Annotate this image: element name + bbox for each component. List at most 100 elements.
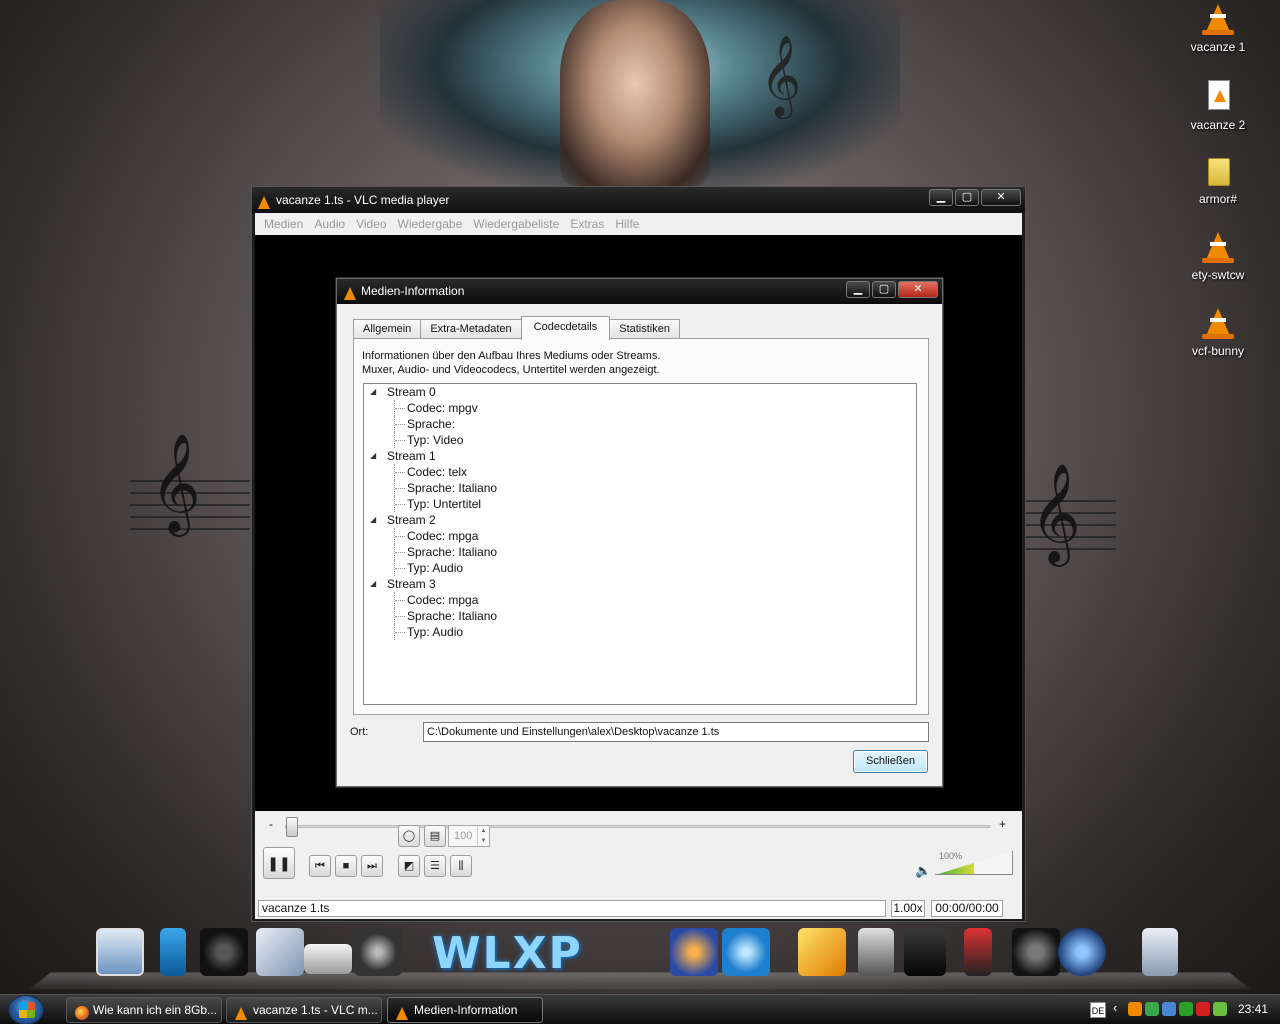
lightning-icon[interactable] [798, 928, 846, 976]
star-app-icon[interactable] [722, 928, 770, 976]
firefox-icon [75, 1004, 89, 1022]
maximize-button[interactable]: ▢ [955, 189, 979, 206]
tree-detail-node[interactable]: Codec: telx [364, 464, 916, 480]
menu-hilfe[interactable]: Hilfe [612, 217, 647, 231]
pause-button[interactable]: ❚❚ [263, 847, 295, 879]
codec-details-panel: Informationen über den Aufbau Ihres Medi… [353, 338, 929, 715]
tree-detail-node[interactable]: Typ: Audio [364, 560, 916, 576]
firefox-dock-icon[interactable] [670, 928, 718, 976]
playlist-button[interactable]: ☰ [424, 855, 446, 877]
java-tray-icon[interactable] [1179, 1002, 1193, 1016]
tree-detail-label: Codec: telx [407, 465, 468, 479]
media-disc-icon[interactable] [354, 928, 402, 976]
desktop-icon-ety-swtcw[interactable]: ety-swtcw [1178, 230, 1258, 282]
tree-expander-icon[interactable]: ◢ [370, 448, 376, 464]
show-hidden-icons-icon[interactable]: ‹ [1113, 1000, 1117, 1015]
vlc-tray-icon[interactable] [1128, 1002, 1142, 1016]
tree-detail-node[interactable]: Sprache: Italiano [364, 544, 916, 560]
menu-video[interactable]: Video [353, 217, 394, 231]
vlc-cone-icon [1202, 2, 1234, 36]
desktop-icon-vacanze-2[interactable]: vacanze 2 [1178, 80, 1258, 132]
tree-guide-line [394, 464, 406, 480]
seek-slider[interactable] [285, 825, 990, 828]
previous-button[interactable]: ⏮ [309, 855, 331, 877]
volume-percent-label: 100% [939, 851, 963, 861]
tree-stream-node[interactable]: ◢ Stream 1 [364, 448, 916, 464]
maximize-button[interactable]: ▢ [872, 281, 896, 298]
fullscreen-button[interactable]: ◩ [398, 855, 420, 877]
minimize-button[interactable]: ▁ [929, 189, 953, 206]
wallpaper-portrait [560, 0, 710, 186]
microphone-icon[interactable] [858, 928, 894, 976]
ipod-icon[interactable] [160, 928, 186, 976]
tree-detail-node[interactable]: Typ: Video [364, 432, 916, 448]
monitor-icon[interactable] [96, 928, 144, 976]
record-button[interactable]: ◯ [398, 825, 420, 847]
location-label: Ort: [350, 726, 369, 738]
spinbox-arrows-icon[interactable]: ▲ ▼ [477, 826, 489, 846]
frame-spinbox[interactable]: 100 ▲ ▼ [448, 825, 490, 847]
next-button[interactable]: ⏭ [361, 855, 383, 877]
start-button[interactable] [8, 995, 44, 1024]
status-playback-rate[interactable]: 1.00x [891, 900, 925, 917]
tree-detail-node[interactable]: Codec: mpga [364, 592, 916, 608]
speaker-icon[interactable]: 🔈 [915, 863, 931, 879]
tree-detail-node[interactable]: Sprache: [364, 416, 916, 432]
headset-icon[interactable] [1012, 928, 1060, 976]
network-tray-icon[interactable] [1145, 1002, 1159, 1016]
sync-tray-icon[interactable] [1213, 1002, 1227, 1016]
vlc-title-bar[interactable]: vacanze 1.ts - VLC media player ▁ ▢ ✕ [252, 187, 1025, 213]
menu-audio[interactable]: Audio [311, 217, 353, 231]
stream-tree[interactable]: ◢ Stream 0 Codec: mpgv Sprache: Typ: Video ◢ S… [363, 383, 917, 705]
menu-wiedergabe[interactable]: Wiedergabe [395, 217, 471, 231]
playstation-icon[interactable] [904, 928, 946, 976]
tree-expander-icon[interactable]: ◢ [370, 576, 376, 592]
dialog-title-bar[interactable]: Medien-Information ▁ ▢ ✕ [337, 279, 942, 304]
tree-expander-icon[interactable]: ◢ [370, 512, 376, 528]
minimize-button[interactable]: ▁ [846, 281, 870, 298]
close-dialog-button[interactable]: Schließen [853, 750, 928, 773]
tree-detail-node[interactable]: Sprache: Italiano [364, 480, 916, 496]
taskbar-button-media-info[interactable]: Medien-Information [387, 997, 543, 1023]
globe-icon[interactable] [1058, 928, 1106, 976]
status-time[interactable]: 00:00/00:00 [931, 900, 1003, 917]
notepad-icon[interactable] [256, 928, 304, 976]
taskbar-button-vlc[interactable]: vacanze 1.ts - VLC m... [226, 997, 382, 1023]
desktop-icon-vacanze-1[interactable]: vacanze 1 [1178, 2, 1258, 54]
clock[interactable]: 23:41 [1238, 1002, 1268, 1016]
desktop-icon-vcf-bunny[interactable]: vcf-bunny [1178, 306, 1258, 358]
tab-extra-metadaten[interactable]: Extra-Metadaten [420, 319, 522, 339]
close-button[interactable]: ✕ [981, 189, 1021, 206]
tree-stream-node[interactable]: ◢ Stream 0 [364, 384, 916, 400]
tree-stream-node[interactable]: ◢ Stream 3 [364, 576, 916, 592]
scanner-icon[interactable] [304, 944, 352, 974]
tree-stream-node[interactable]: ◢ Stream 2 [364, 512, 916, 528]
phone-icon[interactable] [964, 928, 992, 976]
menu-wiedergabeliste[interactable]: Wiedergabeliste [470, 217, 567, 231]
menu-extras[interactable]: Extras [567, 217, 612, 231]
tree-detail-node[interactable]: Codec: mpga [364, 528, 916, 544]
tab-codecdetails[interactable]: Codecdetails [520, 316, 611, 340]
seek-slider-handle[interactable] [286, 817, 298, 837]
camera-icon[interactable] [200, 928, 248, 976]
close-button[interactable]: ✕ [898, 281, 938, 298]
antivirus-tray-icon[interactable] [1196, 1002, 1210, 1016]
trash-icon[interactable] [1142, 928, 1178, 976]
tree-detail-node[interactable]: Sprache: Italiano [364, 608, 916, 624]
taskbar-button-firefox[interactable]: Wie kann ich ein 8Gb... [66, 997, 222, 1023]
monitor-tray-icon[interactable] [1162, 1002, 1176, 1016]
location-field[interactable]: C:\Dokumente und Einstellungen\alex\Desk… [423, 722, 929, 742]
folder-icon [1202, 154, 1234, 188]
tab-allgemein[interactable]: Allgemein [353, 319, 422, 339]
snapshot-button[interactable]: ▤ [424, 825, 446, 847]
extended-settings-button[interactable]: ⫼ [450, 855, 472, 877]
tree-detail-node[interactable]: Typ: Untertitel [364, 496, 916, 512]
tree-detail-node[interactable]: Codec: mpgv [364, 400, 916, 416]
stop-button[interactable]: ■ [335, 855, 357, 877]
menu-medien[interactable]: Medien [261, 217, 311, 231]
language-indicator[interactable]: DE [1090, 1002, 1106, 1018]
tree-expander-icon[interactable]: ◢ [370, 384, 376, 400]
tree-detail-node[interactable]: Typ: Audio [364, 624, 916, 640]
desktop-icon-armor[interactable]: armor# [1178, 154, 1258, 206]
tab-statistiken[interactable]: Statistiken [609, 319, 680, 339]
